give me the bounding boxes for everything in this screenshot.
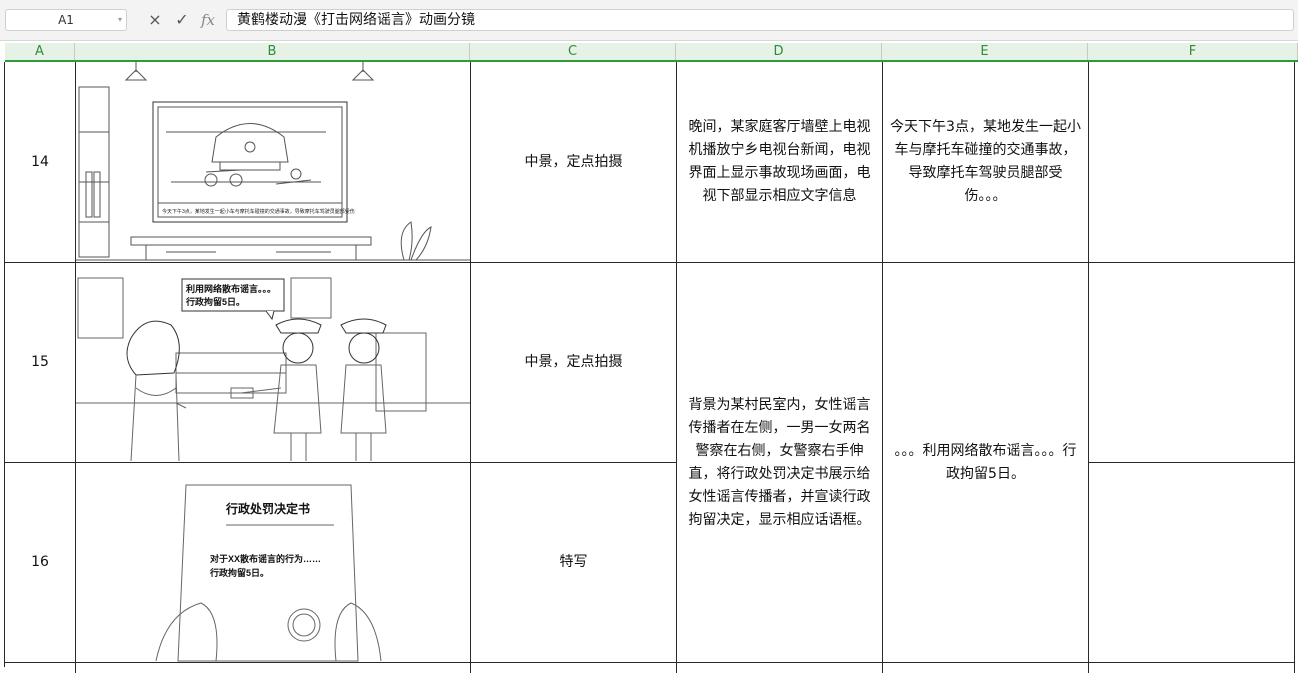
- cell-b16-image[interactable]: 行政处罚决定书 对于XX散布谣言的行为…… 行政拘留5日。: [76, 463, 471, 663]
- cell-e15-merged[interactable]: 。。。利用网络散布谣言。。。行政拘留5日。: [883, 263, 1089, 663]
- row-number: 16: [31, 554, 49, 570]
- cell-b17[interactable]: [76, 663, 471, 673]
- scene-description: 背景为某村民室内，女性谣言传播者在左侧，一男一女两名警察在右侧，女警察右手伸直，…: [688, 396, 871, 528]
- formula-input[interactable]: 黄鹤楼动漫《打击网络谣言》动画分镜: [226, 9, 1294, 31]
- shot-type: 中景，定点拍摄: [524, 153, 623, 170]
- confirm-icon[interactable]: ✓: [171, 9, 193, 31]
- column-header-a[interactable]: A: [5, 43, 75, 61]
- column-header-d[interactable]: D: [676, 43, 882, 61]
- dialogue-text: 今天下午3点，某地发生一起小车与摩托车碰撞的交通事故，导致摩托车驾驶员腿部受伤。…: [890, 119, 1081, 204]
- tv-caption: 今天下午3点，某地发生一起小车与摩托车碰撞的交通事故，导致摩托车驾驶员腿部受伤: [162, 208, 355, 215]
- scene-description: 晚间，某家庭客厅墙壁上电视机播放宁乡电视台新闻，电视界面上显示事故现场画面，电视…: [688, 119, 871, 204]
- sheet-grid: 14 今天下午3点，某地发生一起小车与摩托车碰撞的交通事故，导致摩托车驾驶员腿部…: [5, 62, 1298, 673]
- cell-f16[interactable]: [1089, 463, 1295, 663]
- column-header-b[interactable]: B: [75, 43, 470, 61]
- cell-b14-image[interactable]: 今天下午3点，某地发生一起小车与摩托车碰撞的交通事故，导致摩托车驾驶员腿部受伤: [76, 62, 471, 263]
- cell-f14[interactable]: [1089, 62, 1295, 263]
- tv-news-storyboard-image: 今天下午3点，某地发生一起小车与摩托车碰撞的交通事故，导致摩托车驾驶员腿部受伤: [76, 62, 470, 261]
- cancel-icon[interactable]: ×: [144, 9, 166, 31]
- cell-a15[interactable]: 15: [5, 263, 76, 463]
- name-box[interactable]: A1 ▾: [5, 9, 127, 31]
- cell-f15[interactable]: [1089, 263, 1295, 463]
- cell-c14[interactable]: 中景，定点拍摄: [471, 62, 677, 263]
- cell-d14[interactable]: 晚间，某家庭客厅墙壁上电视机播放宁乡电视台新闻，电视界面上显示事故现场画面，电视…: [677, 62, 883, 263]
- cell-b15-image[interactable]: 利用网络散布谣言。。。 行政拘留5日。: [76, 263, 471, 463]
- cell-a16[interactable]: 16: [5, 463, 76, 663]
- cell-e17[interactable]: [883, 663, 1089, 673]
- formula-bar: A1 ▾ × ✓ fx 黄鹤楼动漫《打击网络谣言》动画分镜: [0, 0, 1298, 41]
- cell-c15[interactable]: 中景，定点拍摄: [471, 263, 677, 463]
- shot-type: 特写: [559, 554, 588, 570]
- shot-type: 中景，定点拍摄: [524, 354, 623, 370]
- row-number: 15: [31, 354, 49, 370]
- cell-e14[interactable]: 今天下午3点，某地发生一起小车与摩托车碰撞的交通事故，导致摩托车驾驶员腿部受伤。…: [883, 62, 1089, 263]
- speech-bubble-line1: 利用网络散布谣言。。。: [185, 283, 276, 294]
- document-title: 行政处罚决定书: [225, 501, 310, 516]
- column-header-c[interactable]: C: [470, 43, 676, 61]
- speech-bubble-line2: 行政拘留5日。: [185, 296, 245, 307]
- cell-d17[interactable]: [677, 663, 883, 673]
- police-storyboard-image: 利用网络散布谣言。。。 行政拘留5日。: [76, 277, 470, 462]
- dialogue-text: 。。。利用网络散布谣言。。。行政拘留5日。: [894, 442, 1077, 482]
- column-header-e[interactable]: E: [882, 43, 1088, 61]
- cell-c17[interactable]: [471, 663, 677, 673]
- name-box-value: A1: [58, 13, 74, 27]
- penalty-document-image: 行政处罚决定书 对于XX散布谣言的行为…… 行政拘留5日。: [155, 484, 382, 662]
- cell-f17[interactable]: [1089, 663, 1295, 673]
- chevron-down-icon[interactable]: ▾: [118, 10, 122, 30]
- document-line1: 对于XX散布谣言的行为……: [210, 553, 321, 564]
- cell-c16[interactable]: 特写: [471, 463, 677, 663]
- cell-a17[interactable]: [5, 663, 76, 673]
- column-header-f[interactable]: F: [1088, 43, 1298, 61]
- document-line2: 行政拘留5日。: [209, 567, 269, 578]
- fx-icon[interactable]: fx: [197, 9, 219, 31]
- row-number: 14: [31, 153, 49, 170]
- cell-d15-merged[interactable]: 背景为某村民室内，女性谣言传播者在左侧，一男一女两名警察在右侧，女警察右手伸直，…: [677, 263, 883, 663]
- cell-a14[interactable]: 14: [5, 62, 76, 263]
